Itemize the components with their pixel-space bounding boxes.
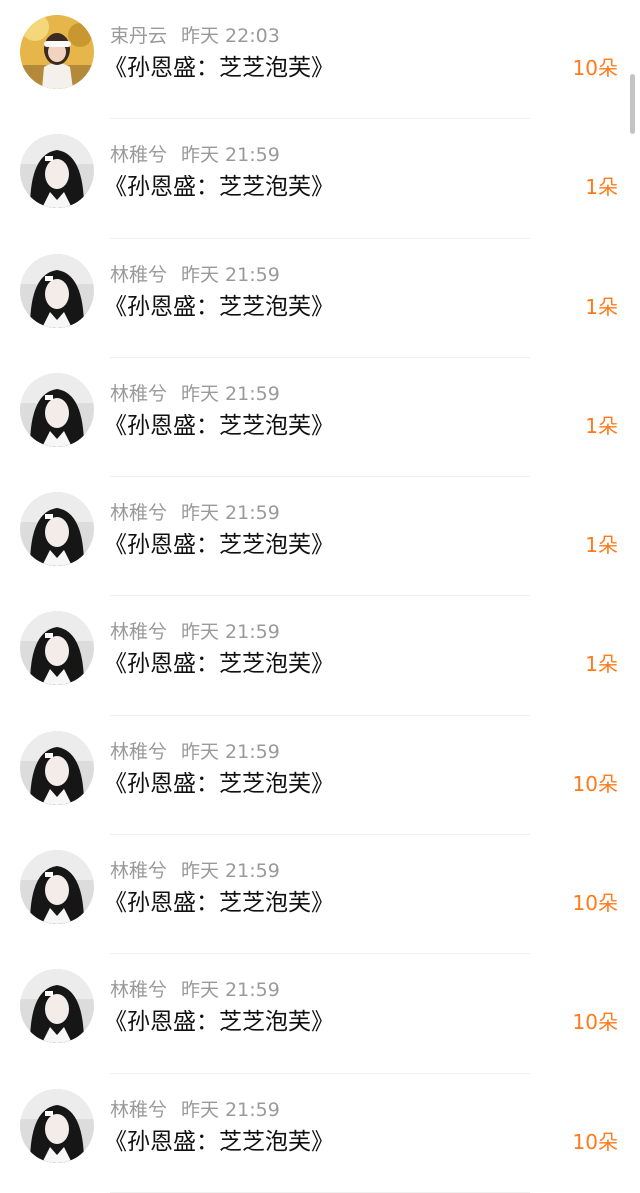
sender-name[interactable]: 林稚兮 [110, 264, 167, 286]
gift-amount: 10朵 [572, 1129, 618, 1154]
list-item[interactable]: 林稚兮 昨天 21:59 《孙恩盛：芝芝泡芙》 10朵 [0, 954, 640, 1074]
avatar[interactable] [20, 492, 94, 567]
sender-name[interactable]: 林稚兮 [110, 860, 167, 882]
gift-amount: 10朵 [572, 56, 618, 80]
avatar[interactable] [20, 850, 94, 925]
row-meta: 林稚兮 昨天 21:59 [110, 857, 280, 885]
row-meta: 林稚兮 昨天 21:59 [110, 380, 280, 408]
avatar[interactable] [20, 611, 94, 686]
gift-title: 《孙恩盛：芝芝泡芙》 [104, 174, 334, 201]
avatar-image [20, 730, 94, 805]
gift-amount: 1朵 [585, 175, 618, 200]
gift-record-list: 束丹云 昨天 22:03 《孙恩盛：芝芝泡芙》 10朵 林稚兮 昨天 21:59 《… [0, 0, 640, 1193]
row-meta: 林稚兮 昨天 21:59 [110, 738, 280, 766]
sender-name[interactable]: 林稚兮 [110, 144, 167, 166]
avatar-image [20, 372, 94, 447]
gift-title: 《孙恩盛：芝芝泡芙》 [104, 770, 334, 797]
list-item[interactable]: 林稚兮 昨天 21:59 《孙恩盛：芝芝泡芙》 1朵 [0, 596, 640, 716]
row-meta: 林稚兮 昨天 21:59 [110, 1096, 280, 1124]
timestamp: 昨天 21:59 [181, 740, 280, 763]
list-item[interactable]: 林稚兮 昨天 21:59 《孙恩盛：芝芝泡芙》 1朵 [0, 239, 640, 358]
avatar-image [20, 850, 94, 925]
timestamp: 昨天 21:59 [181, 621, 280, 644]
list-item[interactable]: 林稚兮 昨天 21:59 《孙恩盛：芝芝泡芙》 1朵 [0, 119, 640, 239]
avatar-image [20, 15, 94, 89]
row-meta: 束丹云 昨天 22:03 [110, 22, 280, 50]
timestamp: 昨天 21:59 [181, 502, 280, 525]
row-meta: 林稚兮 昨天 21:59 [110, 618, 280, 646]
avatar-image [20, 253, 94, 328]
gift-amount: 1朵 [585, 652, 618, 677]
gift-amount: 1朵 [585, 413, 618, 438]
list-item[interactable]: 林稚兮 昨天 21:59 《孙恩盛：芝芝泡芙》 10朵 [0, 1074, 640, 1193]
gift-title: 《孙恩盛：芝芝泡芙》 [104, 55, 334, 81]
avatar-image [20, 1088, 94, 1163]
avatar-image [20, 492, 94, 567]
sender-name[interactable]: 林稚兮 [110, 621, 167, 643]
timestamp: 昨天 21:59 [181, 144, 280, 167]
gift-title: 《孙恩盛：芝芝泡芙》 [104, 651, 334, 678]
sender-name[interactable]: 林稚兮 [110, 1099, 167, 1121]
avatar[interactable] [20, 372, 94, 447]
gift-title: 《孙恩盛：芝芝泡芙》 [104, 1009, 334, 1036]
avatar[interactable] [20, 253, 94, 328]
gift-amount: 10朵 [572, 891, 618, 916]
sender-name[interactable]: 林稚兮 [110, 741, 167, 763]
row-meta: 林稚兮 昨天 21:59 [110, 261, 280, 289]
gift-title: 《孙恩盛：芝芝泡芙》 [104, 1128, 334, 1155]
gift-title: 《孙恩盛：芝芝泡芙》 [104, 293, 334, 320]
list-item[interactable]: 林稚兮 昨天 21:59 《孙恩盛：芝芝泡芙》 10朵 [0, 835, 640, 955]
row-meta: 林稚兮 昨天 21:59 [110, 499, 280, 527]
gift-title: 《孙恩盛：芝芝泡芙》 [104, 532, 334, 559]
timestamp: 昨天 22:03 [181, 25, 280, 47]
timestamp: 昨天 21:59 [181, 979, 280, 1002]
avatar[interactable] [20, 134, 94, 209]
gift-title: 《孙恩盛：芝芝泡芙》 [104, 412, 334, 439]
avatar[interactable] [20, 730, 94, 805]
avatar-image [20, 969, 94, 1044]
avatar[interactable] [20, 15, 94, 89]
sender-name[interactable]: 林稚兮 [110, 383, 167, 405]
list-item[interactable]: 束丹云 昨天 22:03 《孙恩盛：芝芝泡芙》 10朵 [0, 0, 640, 120]
timestamp: 昨天 21:59 [181, 382, 280, 405]
scrollbar-thumb[interactable] [630, 74, 635, 134]
row-meta: 林稚兮 昨天 21:59 [110, 976, 280, 1004]
timestamp: 昨天 21:59 [181, 860, 280, 883]
list-item[interactable]: 林稚兮 昨天 21:59 《孙恩盛：芝芝泡芙》 1朵 [0, 358, 640, 478]
timestamp: 昨天 21:59 [181, 263, 280, 286]
timestamp: 昨天 21:59 [181, 1098, 280, 1121]
sender-name[interactable]: 林稚兮 [110, 979, 167, 1001]
sender-name[interactable]: 束丹云 [110, 25, 167, 47]
gift-amount: 1朵 [585, 294, 618, 319]
avatar[interactable] [20, 1088, 94, 1163]
row-meta: 林稚兮 昨天 21:59 [110, 141, 280, 169]
sender-name[interactable]: 林稚兮 [110, 502, 167, 524]
avatar[interactable] [20, 969, 94, 1044]
gift-amount: 1朵 [585, 533, 618, 558]
avatar-image [20, 611, 94, 686]
gift-amount: 10朵 [572, 1010, 618, 1035]
gift-amount: 10朵 [572, 771, 618, 796]
gift-title: 《孙恩盛：芝芝泡芙》 [104, 890, 334, 917]
list-item[interactable]: 林稚兮 昨天 21:59 《孙恩盛：芝芝泡芙》 10朵 [0, 716, 640, 836]
list-item[interactable]: 林稚兮 昨天 21:59 《孙恩盛：芝芝泡芙》 1朵 [0, 477, 640, 597]
avatar-image [20, 134, 94, 209]
